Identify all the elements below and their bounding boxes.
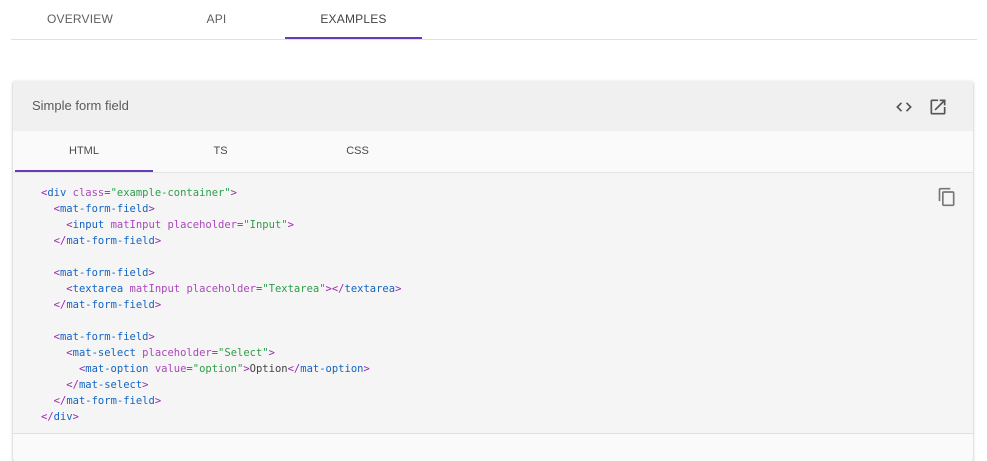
code-line: <mat-form-field> — [41, 329, 401, 345]
code-token: mat-select — [78, 379, 143, 391]
code-token: "Input" — [243, 219, 288, 231]
code-token: </ — [53, 235, 67, 247]
code-token: > — [363, 363, 370, 375]
code-line: <mat-option value="option">Option</mat-o… — [41, 361, 401, 377]
code-token: "option" — [192, 363, 244, 375]
code-token: > — [154, 235, 162, 247]
tab-examples[interactable]: EXAMPLES — [285, 0, 422, 39]
code-token: "Select" — [218, 347, 269, 359]
code-token: > — [148, 203, 155, 215]
code-token: mat-form-field — [66, 235, 155, 247]
tab-css[interactable]: CSS — [289, 131, 426, 171]
open-in-new-button[interactable] — [926, 95, 950, 119]
tab-api[interactable]: API — [148, 0, 285, 38]
view-source-button[interactable] — [892, 95, 916, 119]
tab-ts[interactable]: TS — [152, 131, 289, 171]
code-token: matInput — [129, 283, 181, 295]
copy-icon — [938, 187, 955, 207]
code-token: mat-option — [300, 363, 364, 375]
code-token: class — [72, 187, 105, 199]
code-line: </mat-form-field> — [41, 297, 401, 313]
code-token: > — [142, 379, 149, 391]
code-token: mat-select — [72, 347, 136, 359]
code-token: > — [72, 411, 79, 423]
code-token: > — [148, 331, 155, 343]
code-token: > — [230, 187, 237, 199]
code-token: mat-form-field — [66, 299, 155, 311]
code-token: mat-form-field — [59, 203, 149, 215]
code-line: <mat-form-field> — [41, 265, 401, 281]
source-tab-bar: HTML TS CSS — [13, 131, 973, 173]
code-token: textarea — [344, 283, 396, 295]
code-line: </mat-select> — [41, 377, 401, 393]
example-card: Simple form field HTML TS CSS <div class… — [13, 81, 973, 461]
tab-html[interactable]: HTML — [15, 131, 153, 172]
code-brackets-icon — [896, 102, 912, 112]
code-token: mat-form-field — [66, 395, 155, 407]
code-token: ></ — [325, 283, 345, 295]
code-token: input — [72, 219, 105, 231]
code-token: Option — [249, 363, 288, 375]
code-line: </mat-form-field> — [41, 233, 401, 249]
open-in-new-icon — [930, 99, 946, 115]
top-tab-bar: OVERVIEW API EXAMPLES — [11, 0, 977, 40]
code-token: > — [287, 219, 294, 231]
code-token: </ — [41, 411, 54, 423]
code-token: > — [148, 267, 155, 279]
code-token: placeholder — [167, 219, 238, 231]
code-line: <input matInput placeholder="Input"> — [41, 217, 401, 233]
example-title: Simple form field — [32, 98, 129, 113]
code-token: </ — [53, 395, 67, 407]
code-block: <div class="example-container"> <mat-for… — [41, 185, 401, 425]
code-token: mat-option — [85, 363, 149, 375]
code-token: mat-form-field — [59, 331, 149, 343]
code-line: <mat-form-field> — [41, 201, 401, 217]
example-card-header: Simple form field — [13, 81, 973, 131]
code-token: value — [154, 363, 187, 375]
code-token: div — [47, 187, 67, 199]
code-token: > — [154, 395, 162, 407]
code-viewer: <div class="example-container"> <mat-for… — [13, 173, 973, 433]
code-token: div — [53, 411, 73, 423]
copy-code-button[interactable] — [935, 185, 959, 209]
card-divider — [13, 433, 973, 434]
code-line: </mat-form-field> — [41, 393, 401, 409]
tab-overview[interactable]: OVERVIEW — [11, 0, 149, 38]
code-token: placeholder — [142, 347, 212, 359]
code-token: "Textarea" — [262, 283, 326, 295]
code-token: > — [154, 299, 162, 311]
code-token: </ — [66, 379, 79, 391]
code-token: </ — [287, 363, 301, 375]
code-token: mat-form-field — [59, 267, 149, 279]
code-line: <div class="example-container"> — [41, 185, 401, 201]
code-token: > — [268, 347, 275, 359]
code-token: "example-container" — [110, 187, 231, 199]
code-line: <mat-select placeholder="Select"> — [41, 345, 401, 361]
code-token: matInput — [110, 219, 162, 231]
code-token: </ — [53, 299, 67, 311]
code-token: > — [395, 283, 402, 295]
code-line: <textarea matInput placeholder="Textarea… — [41, 281, 401, 297]
code-token: placeholder — [186, 283, 256, 295]
code-token: textarea — [72, 283, 124, 295]
code-line: </div> — [41, 409, 401, 425]
